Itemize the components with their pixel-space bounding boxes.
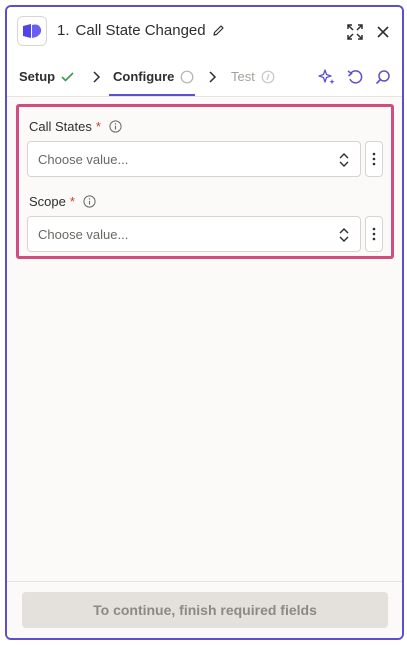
more-vertical-icon bbox=[372, 227, 376, 241]
app-logo bbox=[17, 16, 47, 46]
undo-icon bbox=[347, 70, 363, 84]
tab-setup[interactable]: Setup bbox=[19, 69, 74, 84]
ai-assist-button[interactable] bbox=[317, 67, 337, 87]
chevron-right-icon bbox=[93, 71, 101, 83]
step-title[interactable]: 1. Call State Changed bbox=[57, 22, 225, 39]
expand-icon bbox=[347, 24, 363, 40]
call-states-more-button[interactable] bbox=[365, 141, 383, 177]
check-icon bbox=[61, 71, 74, 82]
required-marker: * bbox=[95, 119, 101, 134]
tab-setup-label: Setup bbox=[19, 69, 56, 84]
active-tab-indicator bbox=[109, 94, 195, 96]
step-config-panel: 1. Call State Changed Setup Configure Te… bbox=[5, 5, 404, 640]
step-title-text: Call State Changed bbox=[75, 22, 206, 39]
field-label-scope: Scope * bbox=[29, 194, 96, 209]
select-placeholder: Choose value... bbox=[38, 226, 129, 242]
tab-test-label: Test bbox=[231, 69, 255, 84]
field-label-text: Call States bbox=[29, 119, 92, 134]
steps-bar: Setup Configure Test bbox=[7, 57, 402, 97]
undo-button[interactable] bbox=[345, 67, 365, 87]
pencil-icon[interactable] bbox=[212, 24, 225, 37]
info-icon[interactable] bbox=[109, 120, 122, 133]
select-placeholder: Choose value... bbox=[38, 151, 129, 167]
field-label-call-states: Call States * bbox=[29, 119, 122, 134]
tab-test[interactable]: Test bbox=[231, 69, 275, 84]
tab-configure[interactable]: Configure bbox=[113, 69, 194, 84]
scope-select[interactable]: Choose value... bbox=[27, 216, 361, 252]
more-vertical-icon bbox=[372, 152, 376, 166]
required-fields-group: Call States * Choose value... Scope * Ch… bbox=[16, 104, 394, 259]
tab-configure-label: Configure bbox=[113, 69, 175, 84]
dialpad-logo-icon bbox=[23, 24, 42, 38]
close-button[interactable] bbox=[372, 21, 394, 43]
continue-button[interactable]: To continue, finish required fields bbox=[22, 592, 388, 628]
chevron-up-down-icon bbox=[339, 153, 349, 167]
search-button[interactable] bbox=[373, 67, 393, 87]
close-icon bbox=[377, 26, 389, 38]
chevron-right-icon bbox=[209, 71, 217, 83]
sparkle-icon bbox=[318, 69, 335, 85]
expand-button[interactable] bbox=[344, 21, 366, 43]
info-icon[interactable] bbox=[83, 195, 96, 208]
required-marker: * bbox=[69, 194, 75, 209]
search-icon bbox=[375, 70, 390, 85]
step-number: 1. bbox=[57, 22, 70, 39]
pending-circle-icon bbox=[180, 70, 194, 83]
scope-more-button[interactable] bbox=[365, 216, 383, 252]
panel-footer: To continue, finish required fields bbox=[7, 581, 402, 638]
disabled-circle-icon bbox=[261, 70, 275, 83]
chevron-up-down-icon bbox=[339, 228, 349, 242]
field-label-text: Scope bbox=[29, 194, 66, 209]
panel-header: 1. Call State Changed bbox=[7, 7, 402, 57]
call-states-select[interactable]: Choose value... bbox=[27, 141, 361, 177]
